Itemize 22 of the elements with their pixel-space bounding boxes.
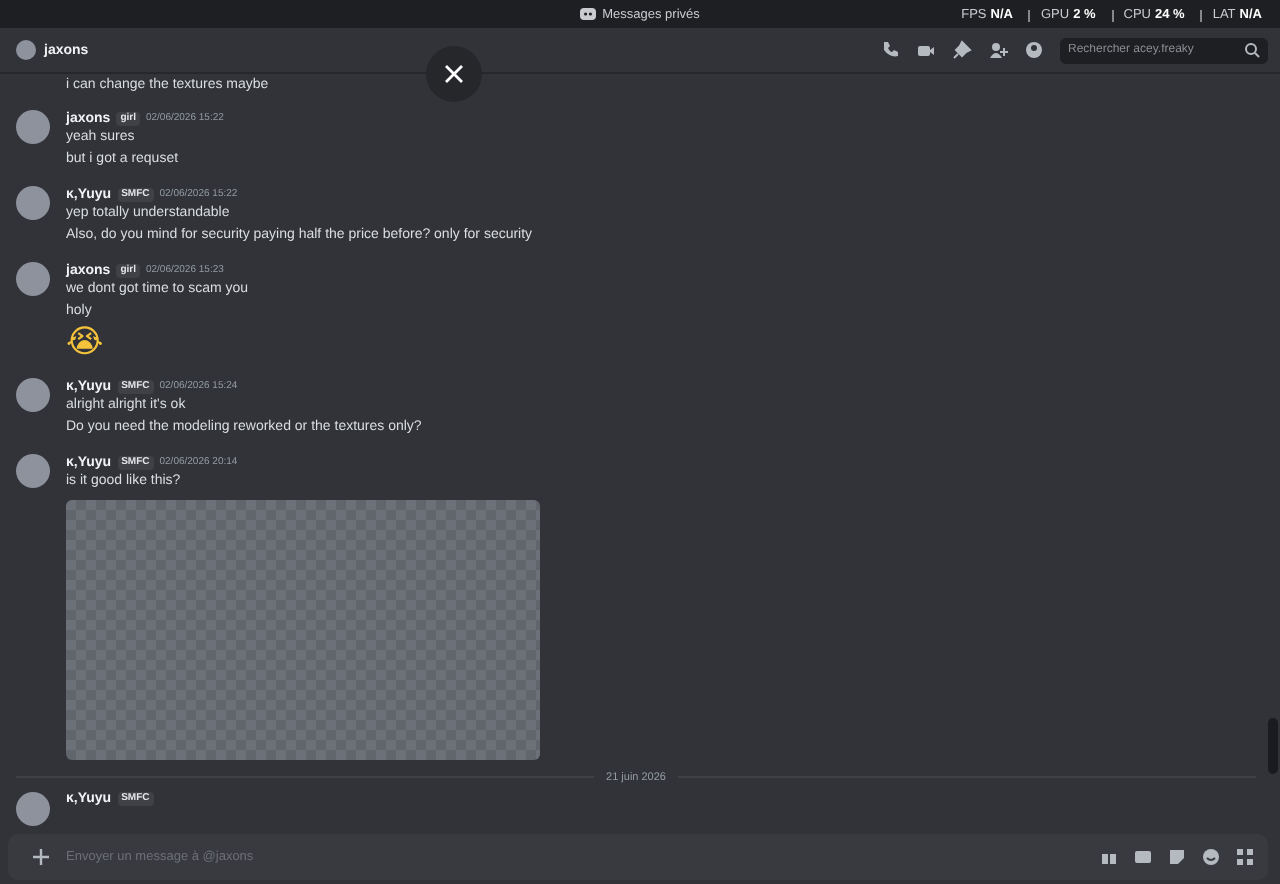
close-icon — [444, 64, 464, 84]
sticker-icon[interactable] — [1168, 848, 1186, 866]
phone-icon[interactable] — [880, 40, 900, 60]
scrollbar-thumb[interactable] — [1268, 718, 1278, 774]
video-camera-icon[interactable] — [916, 40, 936, 60]
pin-icon[interactable] — [952, 40, 972, 60]
avatar — [16, 110, 50, 144]
plus-icon[interactable] — [32, 848, 50, 866]
chat-bubble-icon — [580, 8, 597, 20]
avatar — [16, 262, 50, 296]
close-button[interactable] — [426, 46, 482, 102]
avatar — [16, 454, 50, 488]
profile-icon[interactable] — [1024, 40, 1044, 60]
avatar — [16, 186, 50, 220]
avatar — [16, 791, 50, 825]
smiley-icon[interactable] — [1202, 848, 1220, 866]
search-icon — [1244, 42, 1260, 58]
avatar — [16, 40, 36, 60]
apps-icon[interactable] — [1236, 848, 1254, 866]
emoji: 😭 — [66, 322, 104, 362]
add-friend-icon[interactable] — [988, 40, 1008, 60]
avatar — [16, 378, 50, 412]
